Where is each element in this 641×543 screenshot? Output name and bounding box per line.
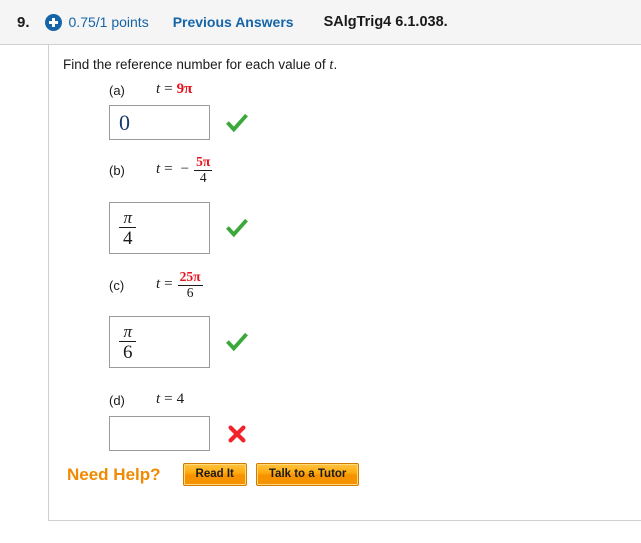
part-c-variable: t	[156, 275, 161, 292]
part-b-numerator: 5π	[194, 154, 213, 171]
part-c-fraction: 25π 6	[177, 269, 203, 300]
need-help-label: Need Help?	[67, 464, 161, 484]
part-c-label: (c)	[109, 278, 125, 293]
part-a-answer-value: 0	[119, 109, 130, 135]
part-b-variable: t	[156, 160, 161, 177]
part-d-equation: t = 4	[156, 391, 184, 407]
part-c-answer-numerator: π	[119, 323, 137, 342]
part-d-label: (d)	[109, 393, 125, 408]
part-d-answer-row	[109, 416, 248, 451]
part-c-answer-fraction: π 6	[119, 323, 137, 362]
part-a-answer-row: 0	[109, 105, 248, 140]
plus-circle-icon[interactable]	[44, 13, 62, 31]
talk-to-a-tutor-button[interactable]: Talk to a Tutor	[255, 463, 360, 486]
part-c-equals: =	[164, 275, 173, 292]
part-b-answer-fraction: π 4	[119, 209, 137, 248]
part-d-answer-input[interactable]	[109, 416, 210, 451]
prompt-text-before: Find the reference number for each value…	[63, 57, 330, 72]
part-a-answer-input[interactable]: 0	[109, 105, 210, 140]
correct-check-icon	[226, 113, 248, 132]
part-a-label: (a)	[109, 83, 125, 98]
part-c-numerator: 25π	[177, 269, 203, 286]
part-d-variable: t	[156, 390, 161, 407]
read-it-button[interactable]: Read It	[182, 463, 247, 486]
part-b-answer-denominator: 4	[123, 227, 133, 249]
prompt-text-after: .	[333, 57, 338, 72]
part-a-value: 9π	[176, 80, 193, 97]
part-a-equals: =	[164, 80, 173, 97]
part-b-answer-input[interactable]: π 4	[109, 202, 210, 254]
part-b-equation: t = − 5π 4	[156, 155, 213, 184]
part-c-equation: t = 25π 6	[156, 270, 204, 299]
part-a-equation: t = 9π	[156, 81, 192, 97]
need-help-row: Need Help? Read It Talk to a Tutor	[67, 463, 368, 486]
part-b-answer-row: π 4	[109, 202, 248, 254]
correct-check-icon	[226, 218, 248, 238]
question-header: 9. 0.75/1 points Previous Answers SAlgTr…	[0, 0, 641, 45]
part-b-fraction: 5π 4	[194, 154, 213, 185]
part-c-answer-row: π 6	[109, 316, 248, 368]
part-c-denominator: 6	[186, 284, 194, 300]
part-b-equals: =	[164, 160, 173, 177]
part-b-denominator: 4	[199, 169, 207, 185]
question-code: SAlgTrig4 6.1.038.	[323, 14, 448, 30]
previous-answers-link[interactable]: Previous Answers	[173, 14, 294, 30]
part-a-variable: t	[156, 80, 161, 97]
question-panel: Find the reference number for each value…	[48, 45, 641, 521]
question-number: 9.	[17, 13, 30, 31]
part-b-minus-sign: −	[180, 160, 190, 177]
part-c-answer-input[interactable]: π 6	[109, 316, 210, 368]
part-b-label: (b)	[109, 163, 125, 178]
question-prompt: Find the reference number for each value…	[63, 57, 337, 74]
correct-check-icon	[226, 332, 248, 352]
part-d-equals: =	[164, 390, 173, 407]
part-c-answer-denominator: 6	[123, 341, 133, 363]
incorrect-cross-icon	[228, 424, 246, 443]
points-earned: 0.75/1 points	[68, 14, 149, 30]
part-d-value: 4	[176, 390, 185, 407]
part-b-answer-numerator: π	[119, 209, 137, 228]
